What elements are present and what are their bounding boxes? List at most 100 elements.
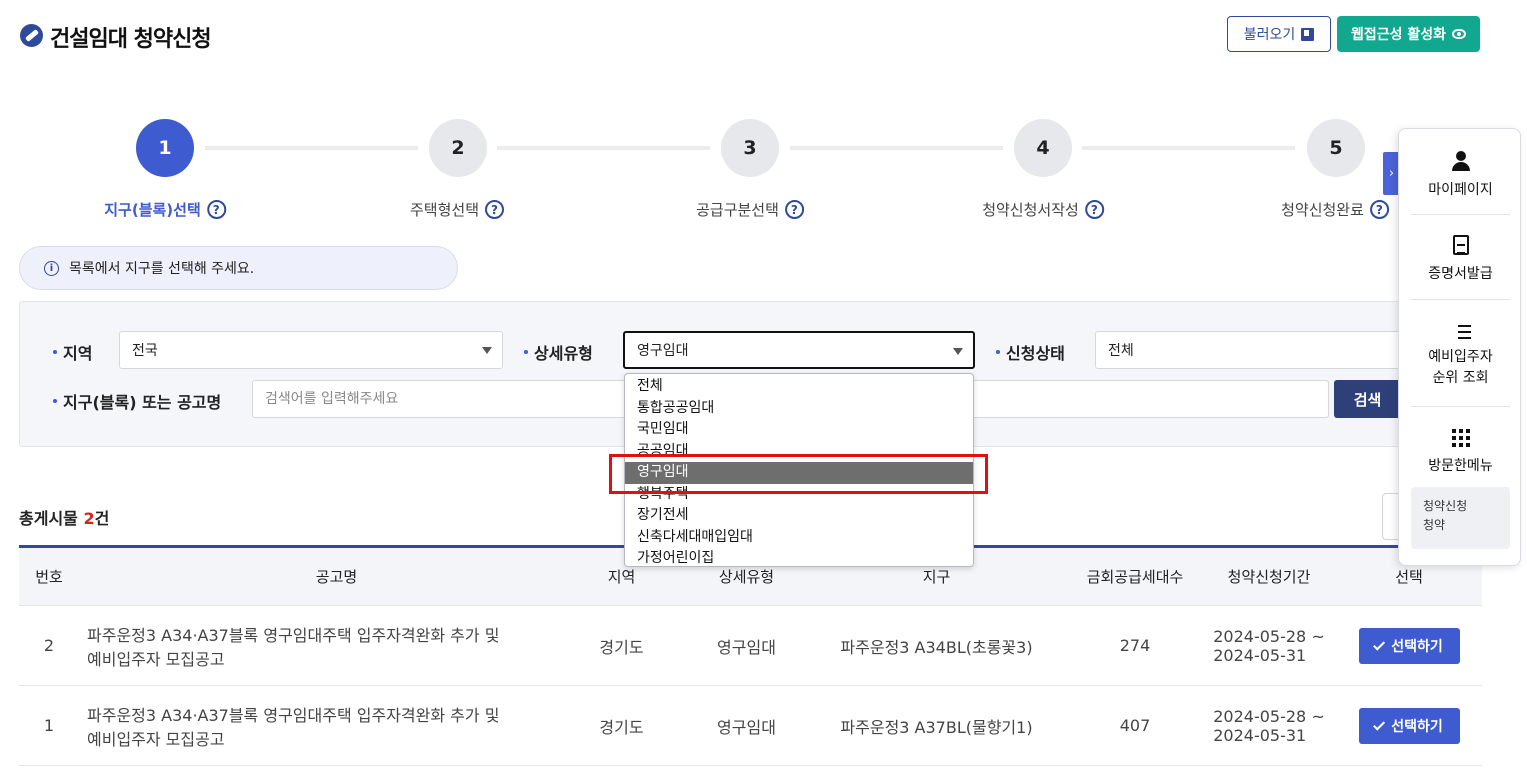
row-title-line2: 예비입주자 모집공고 bbox=[87, 729, 225, 749]
step-2-circle: 2 bbox=[429, 119, 487, 177]
bullet-dot bbox=[53, 399, 57, 403]
row-title-line2: 예비입주자 모집공고 bbox=[87, 649, 225, 669]
quick-menu-mypage[interactable]: 마이페이지 bbox=[1411, 151, 1510, 199]
visited-menu-item[interactable]: 청약신청 bbox=[1423, 497, 1510, 516]
detail-type-select-value: 영구임대 bbox=[637, 343, 689, 359]
divider bbox=[1411, 299, 1510, 300]
row-period: 2024-05-28 ~ 2024-05-31 bbox=[1204, 606, 1334, 685]
result-count: 총게시물 2건 bbox=[19, 505, 109, 529]
divider bbox=[1411, 406, 1510, 407]
dropdown-option[interactable]: 국민임대 bbox=[625, 419, 973, 441]
quick-menu-certificate[interactable]: 증명서발급 bbox=[1411, 235, 1510, 283]
visited-menu-list[interactable]: 청약신청 청약 bbox=[1411, 487, 1510, 549]
step-5-label: 청약신청완료 ? bbox=[1281, 199, 1389, 220]
help-icon[interactable]: ? bbox=[784, 200, 804, 219]
step-2-label-text: 주택형선택 bbox=[409, 201, 480, 219]
row-district: 파주운정3 A37BL(물향기1) bbox=[840, 717, 1033, 737]
help-icon[interactable]: ? bbox=[1084, 200, 1104, 219]
region-filter-label: 지역 bbox=[53, 340, 92, 364]
accessibility-button[interactable]: 웹접근성 활성화 bbox=[1337, 16, 1480, 52]
block-search-label-text: 지구(블록) 또는 공고명 bbox=[63, 393, 222, 412]
select-button[interactable]: 선택하기 bbox=[1358, 707, 1460, 744]
eye-icon bbox=[1452, 29, 1467, 39]
step-3-label-text: 공급구분선택 bbox=[696, 201, 779, 219]
result-count-number: 2 bbox=[83, 509, 95, 528]
quick-menu-waitlist-rank[interactable]: 예비입주자 순위 조회 bbox=[1411, 321, 1510, 389]
help-icon[interactable]: ? bbox=[485, 200, 505, 219]
highlight-box bbox=[609, 454, 988, 494]
notice-banner: i 목록에서 지구를 선택해 주세요. bbox=[19, 246, 458, 290]
row-select-cell: 선택하기 bbox=[1349, 686, 1469, 765]
header-units: 금회공급세대수 bbox=[1086, 568, 1184, 586]
row-type: 영구임대 bbox=[717, 637, 776, 657]
status-filter-label: 신청상태 bbox=[996, 340, 1065, 364]
help-icon[interactable]: ? bbox=[1369, 200, 1389, 219]
notice-text: 목록에서 지구를 선택해 주세요. bbox=[69, 261, 255, 277]
dropdown-option[interactable]: 전체 bbox=[625, 376, 973, 398]
step-4-label-text: 청약신청서작성 bbox=[982, 201, 1079, 219]
step-4-circle: 4 bbox=[1014, 119, 1072, 177]
document-icon bbox=[1452, 235, 1469, 255]
block-search-label: 지구(블록) 또는 공고명 bbox=[53, 389, 221, 413]
step-2-label: 주택형선택 ? bbox=[409, 199, 505, 220]
grid-icon bbox=[1451, 429, 1470, 447]
row-title[interactable]: 파주운정3 A34·A37블록 영구임대주택 입주자격완화 추가 및 예비입주자… bbox=[87, 606, 557, 685]
status-filter-label-text: 신청상태 bbox=[1006, 344, 1065, 363]
check-icon bbox=[1373, 718, 1386, 731]
page-title: 건설임대 청약신청 bbox=[50, 27, 212, 52]
row-district: 파주운정3 A34BL(초롱꽃3) bbox=[840, 637, 1033, 657]
step-connector bbox=[205, 146, 418, 150]
visited-menu-item[interactable]: 청약 bbox=[1423, 516, 1510, 535]
load-button-label: 불러오기 bbox=[1243, 27, 1296, 43]
table-row: 1 파주운정3 A34·A37블록 영구임대주택 입주자격완화 추가 및 예비입… bbox=[19, 686, 1482, 766]
accessibility-button-label: 웹접근성 활성화 bbox=[1350, 27, 1447, 43]
row-period-start: 2024-05-28 ~ bbox=[1213, 706, 1325, 726]
result-count-prefix: 총게시물 bbox=[19, 509, 84, 528]
row-type: 영구임대 bbox=[717, 717, 776, 737]
dropdown-option[interactable]: 장기전세 bbox=[625, 505, 973, 527]
quick-menu-label: 마이페이지 bbox=[1428, 182, 1493, 198]
quick-menu-label-line2: 순위 조회 bbox=[1432, 370, 1489, 386]
help-icon[interactable]: ? bbox=[206, 200, 226, 219]
dropdown-option[interactable]: 신축다세대매입임대 bbox=[625, 527, 973, 549]
detail-type-select[interactable]: 영구임대 bbox=[623, 331, 975, 369]
status-select-value: 전체 bbox=[1108, 343, 1134, 359]
row-period-end: 2024-05-31 bbox=[1213, 645, 1307, 665]
quick-menu-visited[interactable]: 방문한메뉴 bbox=[1411, 429, 1510, 475]
bullet-dot bbox=[996, 350, 1000, 354]
select-button-label: 선택하기 bbox=[1391, 638, 1443, 655]
header-no: 번호 bbox=[35, 568, 63, 586]
bullet-dot bbox=[53, 350, 57, 354]
chevron-down-icon bbox=[953, 348, 963, 355]
step-4-label: 청약신청서작성 ? bbox=[982, 199, 1104, 220]
status-select[interactable]: 전체 bbox=[1095, 331, 1415, 369]
row-region: 경기도 bbox=[599, 717, 644, 737]
check-icon bbox=[1373, 638, 1386, 651]
dropdown-option[interactable]: 가정어린이집 bbox=[625, 548, 973, 566]
row-region: 경기도 bbox=[599, 637, 644, 657]
step-5-circle: 5 bbox=[1307, 119, 1365, 177]
row-title[interactable]: 파주운정3 A34·A37블록 영구임대주택 입주자격완화 추가 및 예비입주자… bbox=[87, 686, 557, 765]
row-period: 2024-05-28 ~ 2024-05-31 bbox=[1204, 686, 1334, 765]
row-period-start: 2024-05-28 ~ bbox=[1213, 626, 1325, 646]
numbered-list-icon bbox=[1451, 321, 1471, 339]
row-select-cell: 선택하기 bbox=[1349, 606, 1469, 685]
person-icon bbox=[1451, 151, 1471, 171]
logo-icon bbox=[20, 24, 43, 47]
step-1-circle: 1 bbox=[136, 119, 194, 177]
divider bbox=[1411, 214, 1510, 215]
row-period-end: 2024-05-31 bbox=[1213, 725, 1307, 745]
load-button[interactable]: 불러오기 bbox=[1227, 16, 1331, 52]
step-3-label: 공급구분선택 ? bbox=[696, 199, 804, 220]
region-select[interactable]: 전국 bbox=[119, 331, 503, 369]
dropdown-option[interactable]: 통합공공임대 bbox=[625, 398, 973, 420]
step-5-label-text: 청약신청완료 bbox=[1281, 201, 1364, 219]
row-no: 2 bbox=[43, 636, 55, 655]
step-1-label-text: 지구(블록)선택 bbox=[104, 201, 201, 219]
select-button[interactable]: 선택하기 bbox=[1358, 627, 1460, 664]
quick-menu-label: 예비입주자 순위 조회 bbox=[1428, 347, 1492, 389]
step-3-circle: 3 bbox=[721, 119, 779, 177]
row-title-line1: 파주운정3 A34·A37블록 영구임대주택 입주자격완화 추가 및 bbox=[87, 625, 500, 645]
row-title-line1: 파주운정3 A34·A37블록 영구임대주택 입주자격완화 추가 및 bbox=[87, 705, 500, 725]
info-icon: i bbox=[44, 260, 59, 276]
